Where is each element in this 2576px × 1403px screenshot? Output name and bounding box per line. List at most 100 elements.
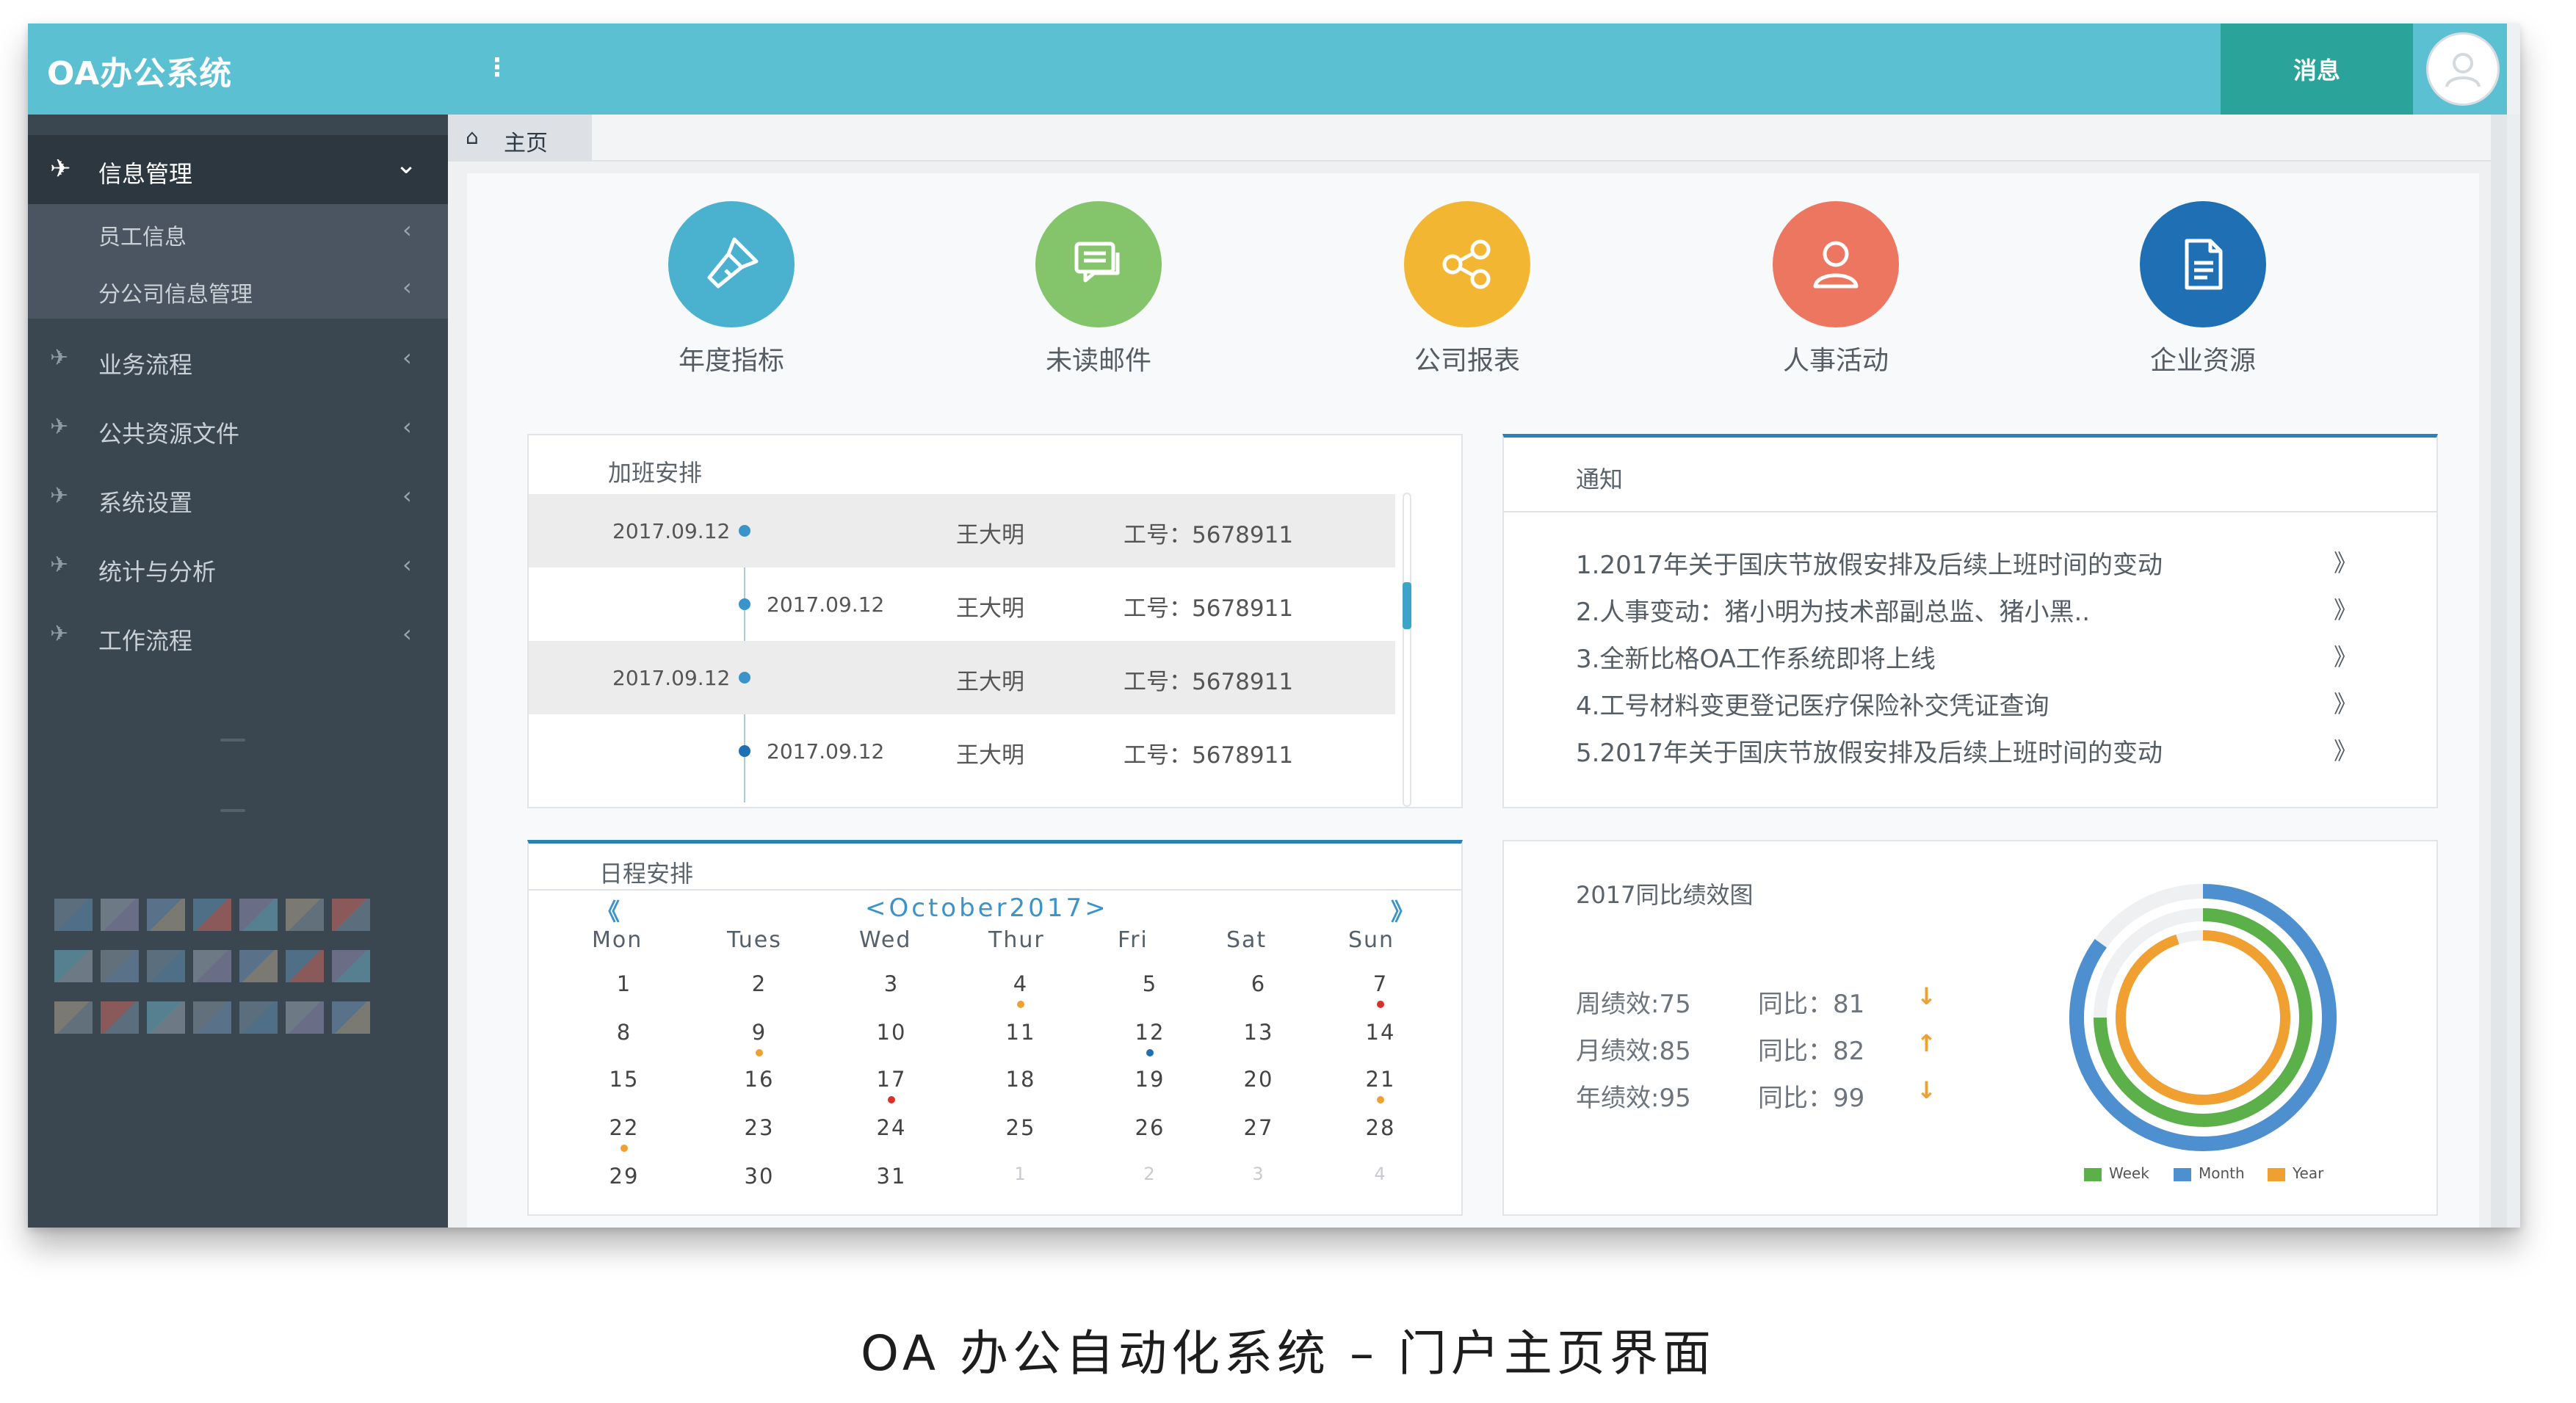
legend-swatch xyxy=(2084,1167,2102,1181)
calendar-day[interactable]: 1 xyxy=(991,1164,1050,1184)
table-row[interactable]: 2017.09.12 王大明 工号：5678911 xyxy=(529,568,1395,641)
calendar-day[interactable]: 1 xyxy=(595,971,654,996)
calendar-day[interactable]: 14 xyxy=(1351,1020,1410,1045)
calendar-month-label[interactable]: <October2017> xyxy=(865,893,1109,923)
scrollbar-thumb[interactable] xyxy=(1403,582,1411,629)
overtime-date: 2017.09.12 xyxy=(612,666,731,690)
quick-link-annual-targets[interactable]: 年度指标 xyxy=(621,201,842,377)
sidebar-item-business-process[interactable]: ✈ 业务流程 ‹ xyxy=(28,329,448,395)
user-avatar-icon[interactable] xyxy=(2426,32,2500,106)
tab-label: 主页 xyxy=(504,131,548,156)
thumbnail-pixel xyxy=(286,899,324,931)
sidebar-item-system-settings[interactable]: ✈ 系统设置 ‹ xyxy=(28,467,448,533)
thumbnail-pixel xyxy=(54,950,93,982)
employee-id: 工号：5678911 xyxy=(1124,742,1294,769)
calendar-day[interactable]: 3 xyxy=(862,971,921,996)
calendar-event-dot xyxy=(1377,1001,1384,1008)
topbar-edge xyxy=(2507,23,2520,115)
thumbnail-pixel xyxy=(54,1001,93,1034)
calendar-day[interactable]: 18 xyxy=(991,1067,1050,1092)
calendar-day[interactable]: 21 xyxy=(1351,1067,1410,1092)
tab-bar: ⌂ 主页 xyxy=(448,115,2507,162)
calendar-day[interactable]: 4 xyxy=(991,971,1050,996)
calendar-day[interactable]: 5 xyxy=(1121,971,1179,996)
calendar-day[interactable]: 13 xyxy=(1229,1020,1288,1045)
calendar-day[interactable]: 17 xyxy=(862,1067,921,1092)
notice-item[interactable]: 3.全新比格OA工作系统即将上线 xyxy=(1576,639,1936,675)
notice-title: 通知 xyxy=(1576,465,1624,493)
calendar-day[interactable]: 25 xyxy=(991,1115,1050,1140)
employee-name: 王大明 xyxy=(956,595,1024,622)
quick-link-hr-activities[interactable]: 人事活动 xyxy=(1726,201,1946,377)
double-chevron-right-icon[interactable]: 》 xyxy=(2334,733,2357,766)
calendar-day[interactable]: 22 xyxy=(595,1115,654,1140)
sidebar-subitem-branch-info[interactable]: 分公司信息管理 ‹ xyxy=(28,261,448,319)
notice-item[interactable]: 5.2017年关于国庆节放假安排及后续上班时间的变动 xyxy=(1576,733,2163,769)
document-icon xyxy=(2140,201,2266,327)
quick-link-enterprise-resources[interactable]: 企业资源 xyxy=(2093,201,2313,377)
calendar-day[interactable]: 15 xyxy=(595,1067,654,1092)
calendar-day[interactable]: 8 xyxy=(595,1020,654,1045)
messages-button[interactable]: 消息 xyxy=(2221,23,2413,115)
calendar-day[interactable]: 30 xyxy=(730,1164,789,1189)
calendar-day[interactable]: 19 xyxy=(1121,1067,1179,1092)
calendar-day[interactable]: 3 xyxy=(1229,1164,1288,1184)
dashboard-panel: 年度指标 未读邮件 公司报表 人事活动 企业资源 加班安排 2017.09.12… xyxy=(467,173,2479,1228)
notice-item[interactable]: 4.工号材料变更登记医疗保险补交凭证查询 xyxy=(1576,686,2049,722)
rocket-icon: ✈ xyxy=(50,345,69,371)
sidebar-item-statistics[interactable]: ✈ 统计与分析 ‹ xyxy=(28,536,448,602)
tab-home[interactable]: ⌂ 主页 xyxy=(448,115,592,162)
calendar-day[interactable]: 12 xyxy=(1121,1020,1179,1045)
page-scrollbar[interactable] xyxy=(2491,115,2507,1228)
table-row[interactable]: 2017.09.12 王大明 工号：5678911 xyxy=(529,714,1395,788)
chat-icon xyxy=(1035,201,1162,327)
quick-link-unread-mail[interactable]: 未读邮件 xyxy=(988,201,1209,377)
calendar-day[interactable]: 23 xyxy=(730,1115,789,1140)
sidebar-subitem-employee-info[interactable]: 员工信息 ‹ xyxy=(28,204,448,261)
scrollbar-track[interactable] xyxy=(1403,493,1411,807)
sidebar-item-info-management[interactable]: ✈ 信息管理 ⌄ xyxy=(28,135,448,204)
calendar-day[interactable]: 20 xyxy=(1229,1067,1288,1092)
calendar-event-dot xyxy=(756,1049,763,1056)
quick-link-label: 人事活动 xyxy=(1782,346,1889,376)
calendar-day[interactable]: 4 xyxy=(1351,1164,1410,1184)
calendar-day[interactable]: 10 xyxy=(862,1020,921,1045)
calendar-day[interactable]: 26 xyxy=(1121,1115,1179,1140)
double-chevron-right-icon[interactable]: 》 xyxy=(2334,592,2357,626)
calendar-day[interactable]: 29 xyxy=(595,1164,654,1189)
legend-year: Year xyxy=(2268,1164,2323,1182)
quick-link-company-reports[interactable]: 公司报表 xyxy=(1357,201,1577,377)
notice-item[interactable]: 2.人事变动：猪小明为技术部副总监、猪小黑.. xyxy=(1576,592,2090,628)
table-row[interactable]: 2017.09.12 王大明 工号：5678911 xyxy=(529,494,1395,568)
calendar-day[interactable]: 11 xyxy=(991,1020,1050,1045)
double-chevron-right-icon[interactable]: 》 xyxy=(2334,639,2357,673)
home-icon: ⌂ xyxy=(466,125,479,149)
notice-item[interactable]: 1.2017年关于国庆节放假安排及后续上班时间的变动 xyxy=(1576,545,2163,581)
calendar-day[interactable]: 6 xyxy=(1229,971,1288,996)
sidebar-item-public-files[interactable]: ✈ 公共资源文件 ‹ xyxy=(28,398,448,464)
calendar-day[interactable]: 16 xyxy=(730,1067,789,1092)
calendar-day[interactable]: 9 xyxy=(730,1020,789,1045)
calendar-next-button[interactable]: 》 xyxy=(1391,893,1414,927)
thumbnail-pixel xyxy=(147,1001,185,1034)
timeline-dot xyxy=(739,672,750,684)
schedule-card: 日程安排 《 <October2017> 》 Mon Tues Wed Thur Fri… xyxy=(527,840,1463,1216)
divider xyxy=(220,809,245,812)
employee-id: 工号：5678911 xyxy=(1124,522,1294,548)
sidebar-item-workflow[interactable]: ✈ 工作流程 ‹ xyxy=(28,605,448,671)
thumbnail-pixel xyxy=(332,899,370,931)
calendar-day[interactable]: 2 xyxy=(730,971,789,996)
calendar-day[interactable]: 2 xyxy=(1121,1164,1179,1184)
calendar-prev-button[interactable]: 《 xyxy=(596,893,620,927)
calendar-weekday: Wed xyxy=(859,927,912,953)
double-chevron-right-icon[interactable]: 》 xyxy=(2334,686,2357,719)
calendar-day[interactable]: 27 xyxy=(1229,1115,1288,1140)
double-chevron-right-icon[interactable]: 》 xyxy=(2334,545,2357,579)
calendar-day[interactable]: 31 xyxy=(862,1164,921,1189)
calendar-day[interactable]: 7 xyxy=(1351,971,1410,996)
kebab-icon[interactable]: ⋮ xyxy=(485,53,510,82)
table-row[interactable]: 2017.09.12 王大明 工号：5678911 xyxy=(529,641,1395,714)
arrow-down-icon: ↓ xyxy=(1917,982,1936,1010)
calendar-day[interactable]: 28 xyxy=(1351,1115,1410,1140)
calendar-day[interactable]: 24 xyxy=(862,1115,921,1140)
